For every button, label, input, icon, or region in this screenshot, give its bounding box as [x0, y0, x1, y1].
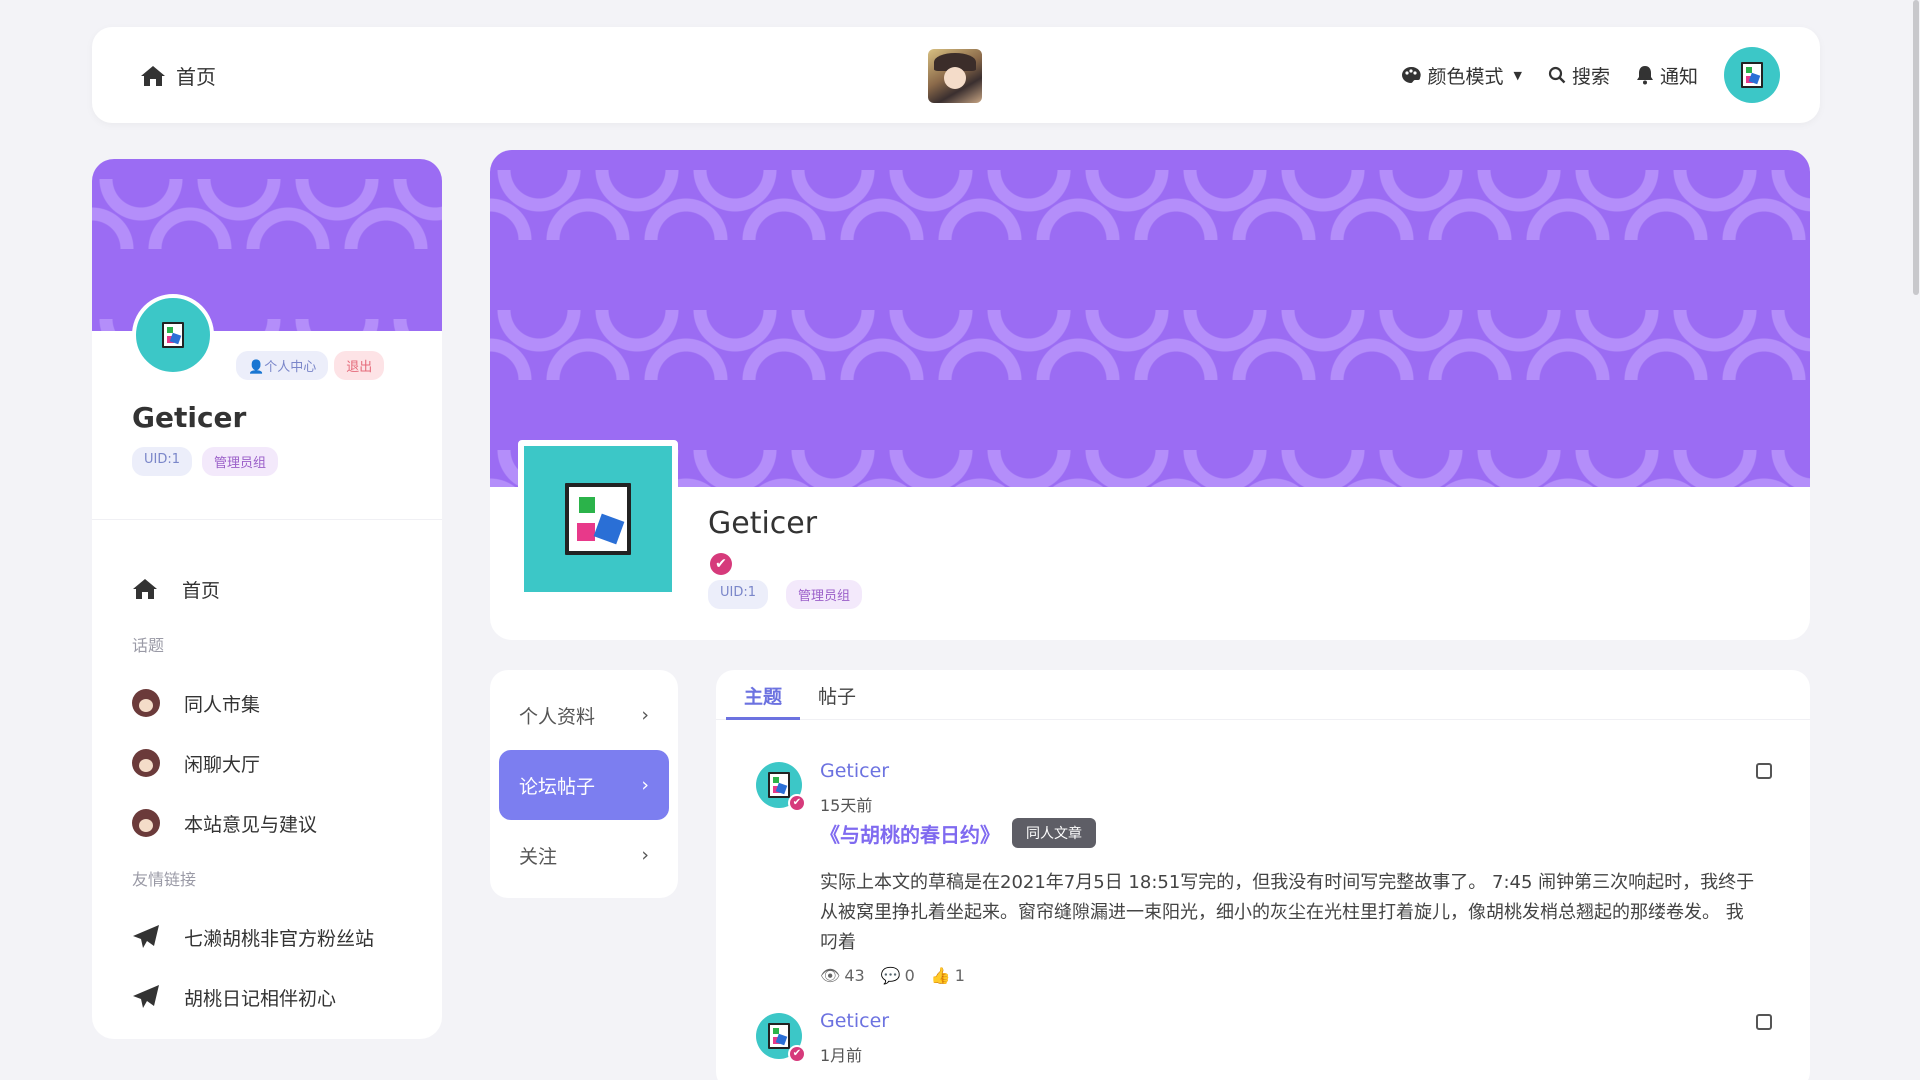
profile-header: Geticer ✔ UID:1 管理员组 — [490, 150, 1810, 640]
sidebar-item-topic[interactable]: 同人市集 — [132, 673, 422, 733]
post-author[interactable]: Geticer — [820, 1010, 889, 1032]
sidebar-item-link[interactable]: 七濑胡桃非官方粉丝站 — [132, 907, 422, 967]
views-stat: 👁 43 — [820, 966, 865, 985]
section-links: 友情链接 — [132, 870, 197, 889]
nav-home-link[interactable]: 首页 — [140, 61, 216, 90]
profile-banner — [490, 150, 1810, 487]
color-mode-dropdown[interactable]: 颜色模式 ▼ — [1401, 62, 1522, 89]
thumbs-up-icon: 👍 — [930, 966, 951, 985]
sidebar-menu: 首页 话题 同人市集 闲聊大厅 本站意见与建议 友情链接 七濑胡桃非官方粉丝站 … — [132, 559, 422, 1027]
broken-image-icon — [162, 322, 184, 348]
post-time: 1月前 — [820, 1046, 863, 1065]
post-title[interactable]: 《与胡桃的春日约》 — [820, 819, 1000, 848]
user-sidebar: 👤个人中心 退出 Geticer UID:1 管理员组 首页 话题 同人市集 闲… — [92, 159, 442, 1039]
post-stats: 👁 43 💬 0 👍 1 — [820, 966, 965, 985]
search-icon — [1548, 66, 1566, 84]
post-avatar[interactable]: ✔ — [756, 1013, 806, 1063]
divider — [92, 519, 442, 520]
post-checkbox[interactable] — [1756, 1014, 1772, 1030]
verified-icon: ✔ — [788, 794, 806, 812]
tab-posts[interactable]: 帖子 — [800, 670, 874, 720]
search-link[interactable]: 搜索 — [1548, 62, 1610, 89]
group-badge: 管理员组 — [202, 447, 279, 476]
scrollbar-thumb[interactable] — [1913, 0, 1919, 295]
post-checkbox[interactable] — [1756, 763, 1772, 779]
profile-avatar[interactable] — [518, 440, 678, 598]
user-icon: 👤 — [248, 360, 265, 375]
nav-right-group: 颜色模式 ▼ 搜索 通知 — [1401, 47, 1780, 103]
notify-link[interactable]: 通知 — [1636, 62, 1698, 89]
color-mode-label: 颜色模式 — [1427, 65, 1504, 88]
menu-item-following[interactable]: 关注 › — [499, 820, 669, 890]
uid-badge: UID:1 — [132, 447, 193, 476]
post-time: 15天前 — [820, 796, 873, 815]
sidebar-tags: UID:1 管理员组 — [132, 447, 279, 476]
posts-panel: 主题 帖子 ✔ Geticer 15天前 《与胡桃的春日约》 同人文章 实际上本… — [716, 670, 1810, 1080]
verified-icon: ✔ — [788, 1045, 806, 1063]
chevron-right-icon: › — [641, 774, 649, 796]
menu-item-profile[interactable]: 个人资料 › — [499, 680, 669, 750]
menu-item-forum-posts[interactable]: 论坛帖子 › — [499, 750, 669, 820]
post-tag[interactable]: 同人文章 — [1012, 818, 1096, 848]
tab-topics[interactable]: 主题 — [726, 670, 801, 720]
chevron-right-icon: › — [641, 844, 649, 866]
post-author[interactable]: Geticer — [820, 760, 889, 782]
sidebar-actions: 👤个人中心 退出 — [236, 351, 385, 380]
logout-button[interactable]: 退出 — [334, 351, 385, 380]
sidebar-avatar[interactable] — [132, 294, 214, 376]
group-badge: 管理员组 — [786, 580, 863, 609]
sidebar-item-link[interactable]: 胡桃日记相伴初心 — [132, 967, 422, 1027]
search-label: 搜索 — [1571, 65, 1610, 88]
comment-icon: 💬 — [880, 966, 901, 985]
broken-image-icon — [768, 1023, 790, 1049]
notify-label: 通知 — [1659, 65, 1698, 88]
palette-icon — [1402, 66, 1422, 83]
chevron-right-icon: › — [641, 704, 649, 726]
page-scrollbar[interactable] — [1912, 0, 1920, 1080]
profile-tags: UID:1 管理员组 — [708, 580, 863, 609]
top-navbar: 首页 颜色模式 ▼ 搜索 通知 — [92, 27, 1820, 123]
broken-image-icon — [768, 772, 790, 798]
likes-stat[interactable]: 👍 1 — [931, 966, 965, 985]
sidebar-username: Geticer — [132, 401, 247, 434]
sidebar-item-topic[interactable]: 本站意见与建议 — [132, 793, 422, 853]
site-logo[interactable] — [928, 49, 982, 103]
uid-badge: UID:1 — [708, 580, 769, 609]
eye-icon: 👁 — [820, 966, 841, 985]
broken-image-icon — [1741, 62, 1763, 88]
comments-stat: 💬 0 — [880, 966, 915, 985]
paper-plane-icon — [133, 925, 159, 948]
post-title-row: 《与胡桃的春日约》 同人文章 — [820, 818, 1096, 848]
home-icon — [141, 65, 165, 86]
profile-username: Geticer — [708, 506, 818, 541]
user-center-button[interactable]: 👤个人中心 — [236, 351, 329, 380]
sidebar-item-home[interactable]: 首页 — [132, 559, 422, 619]
broken-image-icon — [565, 483, 631, 555]
nav-home-label: 首页 — [176, 65, 216, 89]
user-avatar[interactable] — [1724, 47, 1780, 103]
profile-menu: 个人资料 › 论坛帖子 › 关注 › — [490, 670, 678, 898]
post-avatar[interactable]: ✔ — [756, 762, 806, 812]
sidebar-item-topic[interactable]: 闲聊大厅 — [132, 733, 422, 793]
character-avatar-icon — [132, 749, 160, 777]
paper-plane-icon — [133, 985, 159, 1008]
content-tabs: 主题 帖子 — [716, 670, 1810, 720]
caret-down-icon: ▼ — [1513, 68, 1522, 82]
bell-icon — [1636, 66, 1653, 85]
home-icon — [133, 579, 157, 599]
post-excerpt: 实际上本文的草稿是在2021年7月5日 18:51写完的，但我没有时间写完整故事… — [820, 872, 1755, 953]
character-avatar-icon — [132, 689, 160, 717]
verified-icon: ✔ — [710, 553, 732, 575]
character-avatar-icon — [132, 809, 160, 837]
section-topics: 话题 — [132, 636, 165, 655]
